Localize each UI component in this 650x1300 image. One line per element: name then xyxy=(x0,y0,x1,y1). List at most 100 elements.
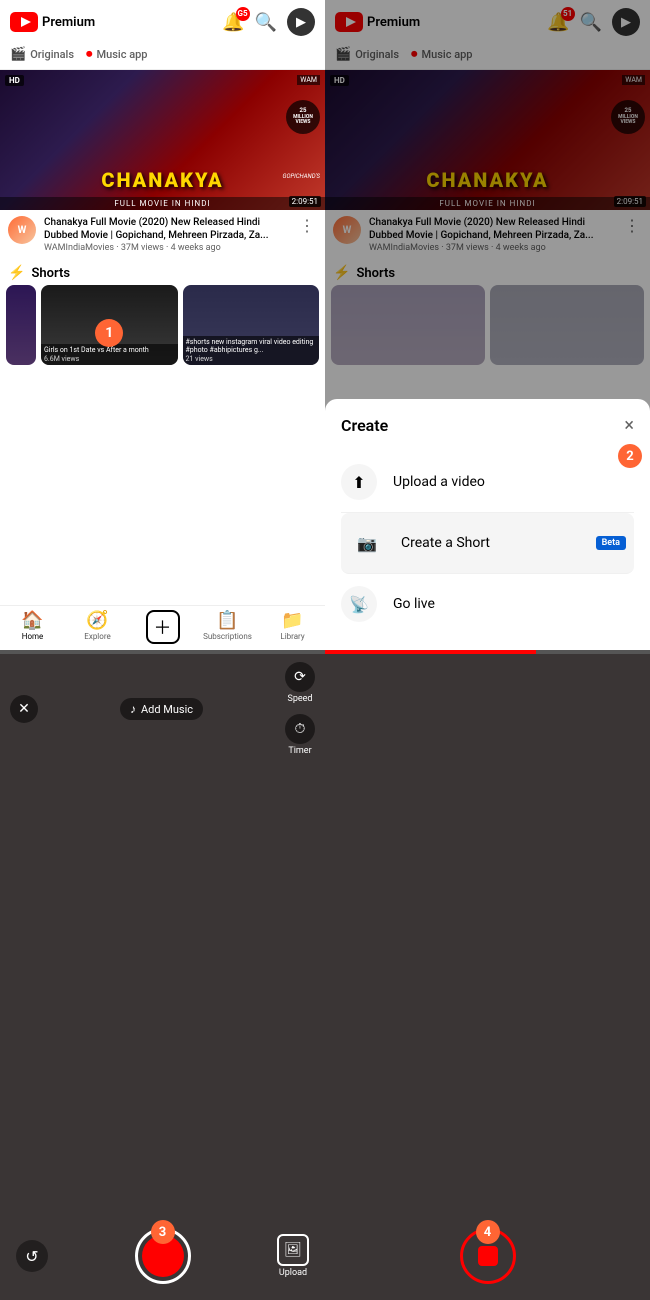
library-icon-1: 📁 xyxy=(281,610,303,631)
beta-badge: Beta xyxy=(596,536,626,550)
camera-icon: 📷 xyxy=(349,525,385,561)
add-button-1[interactable]: ＋ xyxy=(146,610,180,644)
go-live-label: Go live xyxy=(393,596,634,612)
nav-tabs-1: 🎬 Originals ⏺ Music app xyxy=(0,42,325,70)
modal-title: Create xyxy=(341,416,388,435)
step-badge-3: 3 xyxy=(151,1220,175,1244)
camera-close-button-3[interactable]: ✕ xyxy=(10,695,38,723)
speed-button-3[interactable]: ⟳ Speed xyxy=(285,662,315,704)
step-badge-2: 2 xyxy=(618,444,642,468)
notification-badge-1: G5 xyxy=(236,7,250,21)
shorts-row-1: Girls on 1st Date vs After a month 6.6M … xyxy=(0,285,325,365)
camera-viewfinder-3 xyxy=(0,764,325,1218)
subscriptions-label-1: Subscriptions xyxy=(203,632,252,641)
wam-badge-1: WAM xyxy=(297,75,320,85)
camera-viewfinder-4 xyxy=(325,662,650,1218)
hd-badge-1: HD xyxy=(5,75,24,86)
speed-label-3: Speed xyxy=(287,694,312,704)
speed-icon-3: ⟳ xyxy=(285,662,315,692)
youtube-logo-icon xyxy=(10,12,38,32)
more-button-1[interactable]: ⋮ xyxy=(297,216,317,235)
panel-2: Premium 🔔 51 🔍 ▶ 🎬 Originals ⏺ Music app… xyxy=(325,0,650,650)
video-info-row-1: W Chanakya Full Movie (2020) New Release… xyxy=(0,210,325,259)
upload-video-item[interactable]: ⬆ Upload a video 2 xyxy=(341,452,634,513)
modal-header: Create × xyxy=(341,415,634,436)
music-icon-1: ⏺ xyxy=(86,47,93,62)
shorts-icon-1: ⚡ xyxy=(8,265,25,281)
tab-originals-1[interactable]: 🎬 Originals xyxy=(10,44,74,65)
home-icon-1: 🏠 xyxy=(21,610,43,631)
nav-subscriptions-1[interactable]: 📋 Subscriptions xyxy=(195,610,260,644)
premium-label: Premium xyxy=(42,15,95,30)
camera-top-bar-3: ✕ ♪ Add Music ⟳ Speed ⏱ Timer xyxy=(0,654,325,764)
nav-explore-1[interactable]: 🧭 Explore xyxy=(65,610,130,644)
go-live-item[interactable]: 📡 Go live xyxy=(341,574,634,634)
short-thumb-2: #shorts new instagram viral video editin… xyxy=(183,285,320,365)
full-movie-bar-1: FULL MOVIE IN HINDI xyxy=(0,197,325,210)
create-modal: Create × ⬆ Upload a video 2 📷 Create a S… xyxy=(325,399,650,650)
nav-home-1[interactable]: 🏠 Home xyxy=(0,610,65,644)
timer-button-3[interactable]: ⏱ Timer xyxy=(285,714,315,756)
create-short-item[interactable]: 📷 Create a Short Beta xyxy=(341,513,634,574)
camera-bottom-bar-3: ↺ 3 🖼 Upload xyxy=(0,1218,325,1300)
add-music-button-3[interactable]: ♪ Add Music xyxy=(120,698,203,720)
upload-video-label: Upload a video xyxy=(393,474,634,490)
modal-close-button[interactable]: × xyxy=(624,415,634,436)
upload-icon: ⬆ xyxy=(341,464,377,500)
camera-progress-bar-4 xyxy=(325,650,650,654)
timer-icon-3: ⏱ xyxy=(285,714,315,744)
short-card-2[interactable]: #shorts new instagram viral video editin… xyxy=(183,285,320,365)
shorts-label-1: Shorts xyxy=(31,266,70,281)
music-note-icon-3: ♪ xyxy=(130,702,136,716)
thumb-placeholder-1: HD WAM 25 MILLION VIEWS GOPICHAND'S CHAN… xyxy=(0,70,325,210)
short-caption-1: Girls on 1st Date vs After a month 6.6M … xyxy=(41,344,178,365)
yt-logo-1: Premium xyxy=(10,12,95,32)
short-card-1[interactable]: Girls on 1st Date vs After a month 6.6M … xyxy=(41,285,178,365)
video-title-1: Chanakya Full Movie (2020) New Released … xyxy=(44,216,289,242)
upload-label-3: Upload xyxy=(279,1268,307,1278)
video-thumbnail-1[interactable]: HD WAM 25 MILLION VIEWS GOPICHAND'S CHAN… xyxy=(0,70,325,210)
search-icon-1[interactable]: 🔍 xyxy=(255,12,277,33)
nav-library-1[interactable]: 📁 Library xyxy=(260,610,325,644)
live-icon: 📡 xyxy=(341,586,377,622)
camera-progress-bar-3 xyxy=(0,650,325,654)
subscriptions-icon-1: 📋 xyxy=(216,610,238,631)
short-thumb-0 xyxy=(6,285,36,365)
upload-button-3[interactable]: 🖼 Upload xyxy=(277,1234,309,1278)
add-music-label-3: Add Music xyxy=(141,703,193,716)
camera-right-controls-3: ⟳ Speed ⏱ Timer xyxy=(285,662,315,756)
views-badge-1: 25 MILLION VIEWS xyxy=(286,100,320,134)
timer-label-3: Timer xyxy=(288,746,311,756)
duration-badge-1: 2:09:51 xyxy=(289,196,321,207)
movie-title-1: CHANAKYA xyxy=(0,168,325,192)
header-icons-1: 🔔 G5 🔍 ▶ xyxy=(222,8,315,36)
tab-music-1[interactable]: ⏺ Music app xyxy=(86,44,147,65)
record-button-wrap-4: 4 xyxy=(460,1228,516,1284)
originals-icon-1: 🎬 xyxy=(10,47,26,62)
camera-progress-fill-4 xyxy=(325,650,536,654)
avatar-1[interactable]: ▶ xyxy=(287,8,315,36)
home-label-1: Home xyxy=(22,632,44,641)
panel-3: ✕ ♪ Add Music ⟳ Speed ⏱ Timer ↺ 3 xyxy=(0,650,325,1300)
explore-label-1: Explore xyxy=(84,632,110,641)
header-1: Premium 🔔 G5 🔍 ▶ xyxy=(0,0,325,42)
channel-avatar-1: W xyxy=(8,216,36,244)
explore-icon-1: 🧭 xyxy=(86,610,108,631)
shorts-header-1: ⚡ Shorts xyxy=(0,259,325,285)
video-channel-info-1: WAMIndiaMovies · 37M views · 4 weeks ago xyxy=(44,243,289,253)
step-badge-4: 4 xyxy=(476,1220,500,1244)
flip-camera-button-3[interactable]: ↺ xyxy=(16,1240,48,1272)
panel-1: Premium 🔔 G5 🔍 ▶ 🎬 Originals ⏺ Music app… xyxy=(0,0,325,650)
step-badge-1: 1 xyxy=(95,319,123,347)
upload-icon-3: 🖼 xyxy=(277,1234,309,1266)
short-card-0[interactable] xyxy=(6,285,36,365)
panel-4: 4 xyxy=(325,650,650,1300)
camera-bottom-bar-4: 4 xyxy=(325,1218,650,1300)
notification-wrap-1[interactable]: 🔔 G5 xyxy=(222,12,244,33)
bottom-nav-1: 🏠 Home 🧭 Explore ＋ 📋 Subscriptions 📁 Lib… xyxy=(0,605,325,650)
record-button-wrap-3: 3 xyxy=(135,1228,191,1284)
create-short-label: Create a Short xyxy=(401,535,580,551)
short-caption-2: #shorts new instagram viral video editin… xyxy=(183,336,320,365)
video-meta-1: Chanakya Full Movie (2020) New Released … xyxy=(44,216,289,253)
nav-add-1[interactable]: ＋ xyxy=(130,610,195,644)
